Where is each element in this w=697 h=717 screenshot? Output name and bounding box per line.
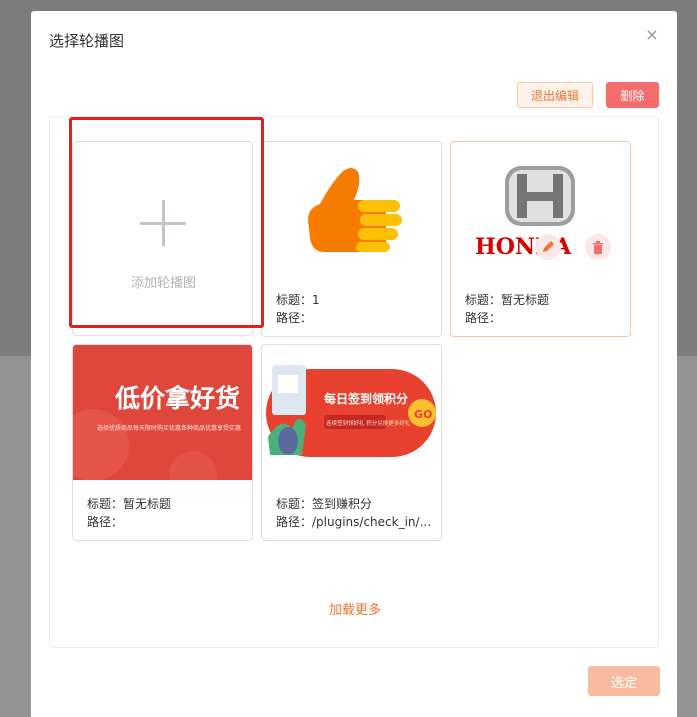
banner-title: 低价拿好货 [114,384,240,413]
close-icon[interactable]: × [643,26,661,44]
card-path: 路径： [465,311,502,325]
delete-button[interactable]: 删除 [606,82,659,108]
banner-title: 每日签到领积分 [324,391,408,406]
card-path: 路径：/plugins/check_in/... [276,515,432,529]
carousel-card[interactable]: 每日签到领积分 连续签到领好礼 积分兑换更多好礼 GO 标题：签到赚积分 路径：… [261,344,442,541]
card-title: 标题：签到赚积分 [276,497,373,511]
carousel-card[interactable]: 低价拿好货 选择优质商品每天限时购买优惠各种商品优惠享受实惠 标题：暂无标题 路… [72,344,253,541]
edit-icon[interactable] [535,234,561,260]
carousel-card[interactable]: 标题：1 路径： [261,141,442,337]
check-in-banner-image: 每日签到领积分 连续签到领好礼 积分兑换更多好礼 GO [262,345,441,480]
load-more-link[interactable]: 加载更多 [50,599,660,618]
thumbs-up-image [262,142,441,277]
card-title: 标题：1 [276,293,320,307]
confirm-button[interactable]: 选定 [588,666,660,696]
card-path: 路径： [276,311,313,325]
low-price-banner-image: 低价拿好货 选择优质商品每天限时购买优惠各种商品优惠享受实惠 [73,345,252,480]
dialog-title: 选择轮播图 [49,32,125,50]
carousel-card[interactable]: HONDA 标题：暂无标题 路径： [450,141,631,337]
highlight-box [69,117,264,328]
card-path: 路径： [87,515,124,529]
exit-edit-button[interactable]: 退出编辑 [517,82,593,108]
card-title: 标题：暂无标题 [87,497,172,511]
card-title: 标题：暂无标题 [465,293,550,307]
banner-subtitle: 选择优质商品每天限时购买优惠各种商品优惠享受实惠 [97,424,241,432]
go-label: GO [414,408,432,421]
banner-subtitle: 连续签到领好礼 积分兑换更多好礼 [326,419,411,427]
delete-icon[interactable] [585,234,611,260]
